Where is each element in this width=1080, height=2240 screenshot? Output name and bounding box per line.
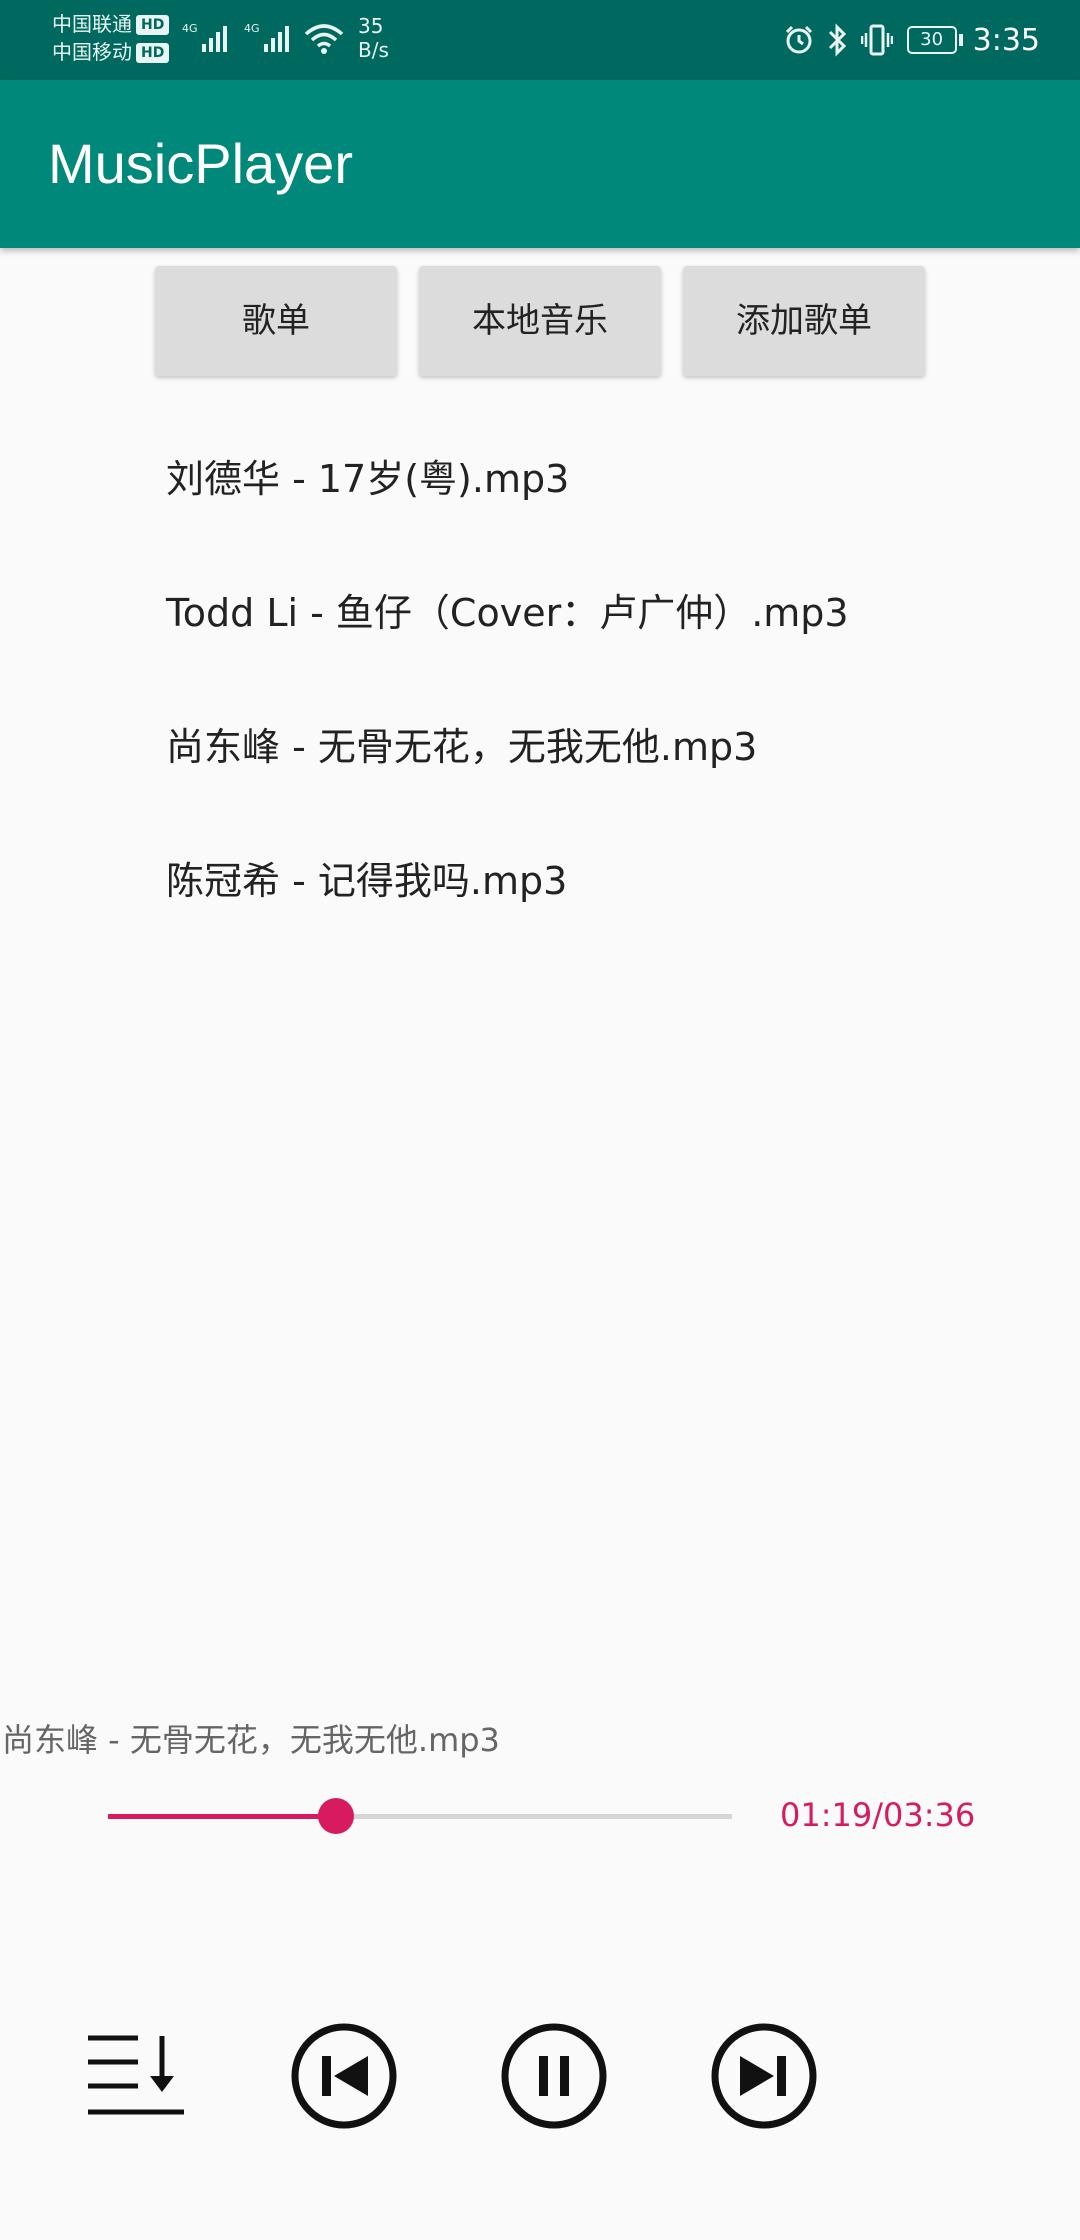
app-bar: MusicPlayer bbox=[0, 80, 1080, 248]
battery-level: 30 bbox=[906, 26, 957, 54]
battery-icon: 30 bbox=[906, 26, 963, 54]
song-item[interactable]: 刘德华 - 17岁(粤).mp3 bbox=[0, 420, 1080, 554]
app-title: MusicPlayer bbox=[48, 132, 353, 195]
song-item[interactable]: 陈冠希 - 记得我吗.mp3 bbox=[0, 822, 1080, 956]
bluetooth-icon bbox=[827, 23, 849, 57]
seek-thumb[interactable] bbox=[318, 1798, 354, 1834]
status-clock: 3:35 bbox=[972, 22, 1040, 58]
signal-icon: 4G bbox=[182, 22, 227, 52]
net-speed-unit: B/s bbox=[358, 38, 389, 62]
hd-badge: HD bbox=[136, 43, 170, 63]
playlist-button[interactable]: 歌单 bbox=[155, 266, 397, 376]
network-type-label: 4G bbox=[182, 22, 198, 35]
net-speed-value: 35 bbox=[358, 14, 384, 38]
seek-progress bbox=[108, 1814, 336, 1819]
song-item[interactable]: 尚东峰 - 无骨无花，无我无他.mp3 bbox=[0, 688, 1080, 822]
carrier-2-label: 中国移动 bbox=[52, 40, 132, 64]
network-type-label: 4G bbox=[244, 22, 260, 35]
seek-bar[interactable] bbox=[108, 1798, 732, 1834]
add-playlist-button[interactable]: 添加歌单 bbox=[683, 266, 925, 376]
wifi-icon bbox=[304, 24, 344, 54]
status-bar: 中国联通 HD 中国移动 HD 4G 4G 35 B/s 30 3:35 bbox=[0, 0, 1080, 80]
next-icon[interactable] bbox=[708, 2020, 820, 2132]
song-item[interactable]: Todd Li - 鱼仔（Cover：卢广仲）.mp3 bbox=[0, 554, 1080, 688]
pause-icon[interactable] bbox=[498, 2020, 610, 2132]
status-icons: 30 3:35 bbox=[771, 18, 1040, 62]
playlist-order-icon[interactable] bbox=[80, 2020, 192, 2132]
time-display: 01:19/03:36 bbox=[780, 1796, 976, 1834]
net-speed: 35 B/s bbox=[358, 14, 389, 62]
previous-icon[interactable] bbox=[288, 2020, 400, 2132]
hd-badge: HD bbox=[136, 15, 170, 35]
local-music-button[interactable]: 本地音乐 bbox=[419, 266, 661, 376]
carrier-info: 中国联通 HD 中国移动 HD bbox=[52, 10, 170, 66]
carrier-1-label: 中国联通 bbox=[52, 12, 132, 36]
signal-icon: 4G bbox=[244, 22, 289, 52]
vibrate-icon bbox=[860, 23, 893, 57]
alarm-icon bbox=[783, 24, 815, 56]
now-playing-title: 尚东峰 - 无骨无花，无我无他.mp3 bbox=[2, 1721, 500, 1759]
song-list: 刘德华 - 17岁(粤).mp3 Todd Li - 鱼仔（Cover：卢广仲）… bbox=[0, 420, 1080, 956]
